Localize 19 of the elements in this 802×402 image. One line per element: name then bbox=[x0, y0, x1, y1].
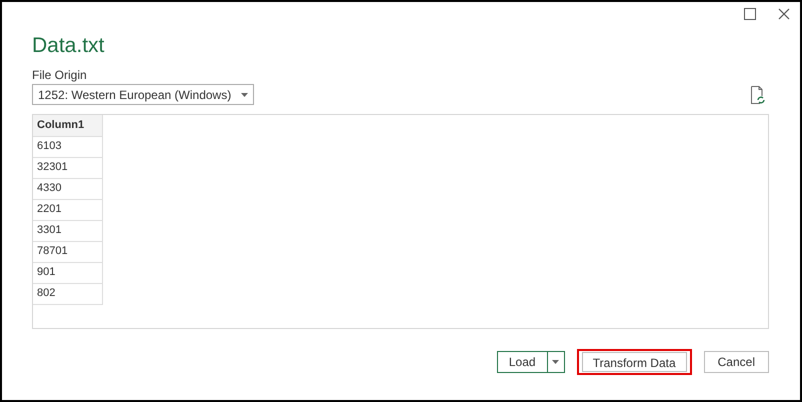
file-origin-dropdown[interactable]: 1252: Western European (Windows) bbox=[32, 84, 254, 105]
column-header: Column1 bbox=[33, 115, 102, 136]
window-title: Data.txt bbox=[32, 33, 104, 59]
table-cell: 3301 bbox=[33, 220, 102, 241]
table-cell: 78701 bbox=[33, 241, 102, 262]
table-cell: 802 bbox=[33, 283, 102, 304]
caret-icon bbox=[241, 92, 248, 96]
file-refresh-icon[interactable] bbox=[751, 86, 765, 104]
caret-icon bbox=[552, 360, 560, 364]
table-cell: 4330 bbox=[33, 178, 102, 199]
maximize-icon[interactable] bbox=[744, 8, 756, 20]
dialog-button[interactable]: Cancel bbox=[704, 351, 769, 373]
table-cell: 32301 bbox=[33, 157, 102, 178]
table-cell: 2201 bbox=[33, 199, 102, 220]
table-cell: 901 bbox=[33, 262, 102, 283]
table-cell: 6103 bbox=[33, 136, 102, 157]
field-label: File Origin bbox=[32, 68, 87, 82]
dialog-button[interactable]: Transform Data bbox=[576, 349, 692, 375]
close-icon[interactable] bbox=[778, 8, 790, 20]
